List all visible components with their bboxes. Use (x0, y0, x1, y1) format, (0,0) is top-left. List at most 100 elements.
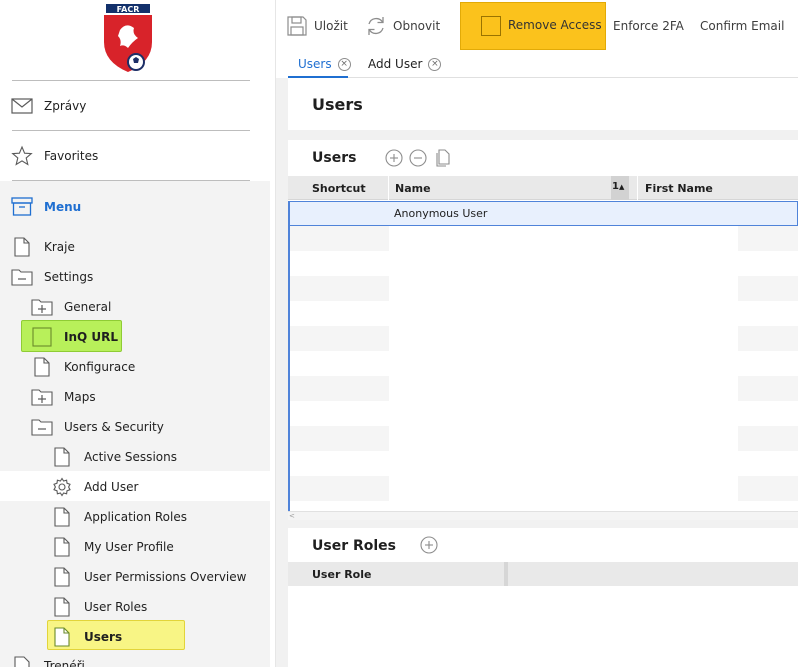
add-row-icon[interactable] (420, 536, 438, 554)
document-icon (51, 566, 73, 588)
folder-plus-icon (31, 296, 53, 318)
remove-access-button[interactable]: Remove Access (460, 2, 606, 50)
refresh-icon (365, 15, 387, 37)
cell-stripe (290, 226, 389, 251)
tab-label: Users (298, 57, 332, 71)
sidebar-item-my-user-profile[interactable]: My User Profile (51, 532, 174, 562)
empty-row (290, 276, 798, 301)
tab-label: Add User (368, 57, 423, 71)
cell-stripe (290, 326, 389, 351)
sidebar-item-label: Konfigurace (64, 360, 136, 374)
sidebar-item-treneri[interactable]: Trenéři (11, 652, 85, 667)
scroll-left-icon[interactable]: < (289, 512, 295, 520)
column-divider (504, 562, 508, 586)
cell-stripe (738, 376, 798, 401)
sidebar-item-users-security[interactable]: Users & Security (31, 412, 164, 442)
sidebar-item-label: General (64, 300, 112, 314)
sidebar-item-label: Favorites (44, 149, 99, 163)
cell-name: Anonymous User (394, 207, 488, 220)
cell-stripe (738, 476, 798, 501)
cell-stripe (290, 476, 389, 501)
sort-order-number: 1 (612, 181, 619, 192)
star-icon (11, 145, 33, 167)
refresh-label: Obnovit (393, 19, 441, 33)
column-header-name[interactable]: Name (395, 182, 431, 195)
sidebar-item-favorites[interactable]: Favorites (0, 136, 98, 176)
grid-column-header: Shortcut Name 1▲ First Name (288, 176, 798, 200)
tab-bar: Users × Add User × (288, 50, 798, 78)
folder-open-icon (31, 416, 53, 438)
grid-title: User Roles (312, 538, 396, 554)
remove-row-icon[interactable] (409, 149, 427, 167)
column-header-user-role[interactable]: User Role (312, 568, 371, 581)
copy-icon[interactable] (434, 149, 452, 167)
sidebar-item-users[interactable]: Users (51, 622, 122, 652)
checkbox-icon (31, 326, 53, 348)
enforce-2fa-button[interactable]: Enforce 2FA (613, 10, 684, 42)
page-header: Users (288, 78, 798, 130)
empty-row (290, 376, 798, 401)
sidebar-item-label: Settings (44, 270, 94, 284)
document-icon (51, 506, 73, 528)
table-row[interactable]: Anonymous User (290, 201, 798, 226)
close-icon[interactable]: × (337, 57, 351, 71)
sidebar-item-application-roles[interactable]: Application Roles (51, 502, 187, 532)
confirm-email-button[interactable]: Confirm Email (700, 10, 784, 42)
cell-stripe (738, 226, 798, 251)
empty-row (290, 476, 798, 501)
save-button[interactable]: Uložit (286, 10, 348, 42)
facr-logo: FACR (104, 4, 152, 72)
document-icon (11, 236, 33, 258)
document-icon (51, 596, 73, 618)
menu-label: Menu (44, 200, 82, 214)
column-header-first-name[interactable]: First Name (645, 182, 713, 195)
cell-stripe (290, 276, 389, 301)
envelope-icon (11, 95, 33, 117)
empty-row (290, 426, 798, 451)
sidebar-menu-header[interactable]: Menu (0, 187, 81, 227)
sidebar-item-general[interactable]: General (31, 292, 111, 322)
floppy-disk-icon (286, 15, 308, 37)
tab-add-user[interactable]: Add User × (368, 50, 442, 78)
confirm-email-label: Confirm Email (700, 19, 785, 33)
gear-icon (51, 476, 73, 498)
sidebar-item-active-sessions[interactable]: Active Sessions (51, 442, 177, 472)
cell-stripe (738, 326, 798, 351)
document-icon (51, 626, 73, 648)
toolbar: Uložit Obnovit Remove Access Enforce 2FA… (276, 0, 798, 50)
sidebar-item-user-roles[interactable]: User Roles (51, 592, 147, 622)
users-grid: Users Shortcut Name 1▲ First Name Anonym… (288, 140, 798, 520)
sidebar-item-label: Users (84, 630, 123, 644)
empty-row (290, 326, 798, 351)
grid-title: Users (312, 150, 357, 166)
sidebar-item-label: Trenéři (44, 659, 85, 667)
document-icon (51, 536, 73, 558)
sidebar-item-settings[interactable]: Settings (11, 262, 93, 292)
sidebar-item-messages[interactable]: Zprávy (0, 86, 86, 126)
sidebar-item-konfigurace[interactable]: Konfigurace (31, 352, 135, 382)
sidebar-item-add-user[interactable]: Add User (51, 472, 138, 502)
sidebar-item-inq-url[interactable]: InQ URL (31, 322, 118, 352)
page-title: Users (312, 95, 363, 114)
sidebar-item-label: Maps (64, 390, 96, 404)
add-row-icon[interactable] (385, 149, 403, 167)
refresh-button[interactable]: Obnovit (365, 10, 440, 42)
sidebar-item-kraje[interactable]: Kraje (11, 232, 75, 262)
document-icon (51, 446, 73, 468)
sidebar-item-user-permissions-overview[interactable]: User Permissions Overview (51, 562, 246, 592)
sort-indicator[interactable]: 1▲ (611, 176, 629, 200)
archive-box-icon (11, 196, 33, 218)
sidebar-item-label: User Roles (84, 600, 148, 614)
sidebar-item-maps[interactable]: Maps (31, 382, 96, 412)
grid-column-header: User Role (288, 562, 798, 586)
checkbox-icon (481, 16, 501, 36)
column-divider (388, 176, 389, 200)
sidebar-item-label: InQ URL (64, 330, 119, 344)
column-header-shortcut[interactable]: Shortcut (312, 182, 366, 195)
sidebar-item-label: Active Sessions (84, 450, 177, 464)
cell-stripe (738, 276, 798, 301)
tab-users[interactable]: Users × (298, 50, 351, 78)
horizontal-scrollbar[interactable]: < (288, 511, 798, 520)
folder-plus-icon (31, 386, 53, 408)
close-icon[interactable]: × (428, 57, 442, 71)
